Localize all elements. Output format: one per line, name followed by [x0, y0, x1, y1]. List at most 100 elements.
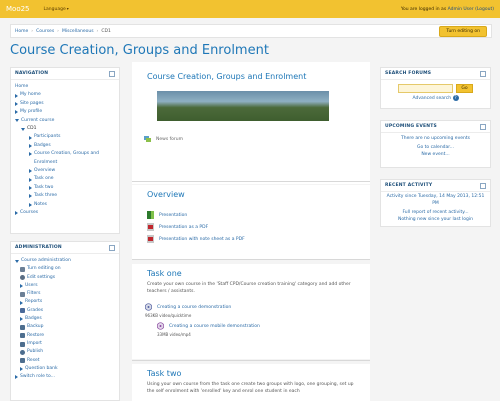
site-logo[interactable]: Moo25 [6, 5, 30, 13]
nav-courses[interactable]: Courses [15, 209, 115, 217]
breadcrumb-separator: › [57, 28, 59, 34]
nav-home[interactable]: Home [15, 83, 115, 91]
admin-switch-role[interactable]: Switch role to... [15, 373, 115, 381]
nav-label: Enrolment [34, 159, 58, 165]
collapse-icon [15, 259, 19, 263]
news-forum-link[interactable]: News forum [132, 133, 370, 145]
dock-icon[interactable] [109, 244, 115, 251]
advanced-search-link[interactable]: Advanced search [412, 96, 451, 101]
expand-icon [15, 110, 18, 115]
go-button[interactable]: Go [456, 84, 473, 93]
nav-badges[interactable]: Badges [15, 142, 115, 150]
breadcrumb-courses[interactable]: Courses [36, 29, 54, 34]
nav-home-label: Home [15, 84, 29, 89]
task-one-section: Task one Create your own course in the '… [132, 264, 370, 359]
presentation-link[interactable]: Presentation [132, 209, 370, 221]
nav-label: Courses [20, 210, 39, 216]
admin-import[interactable]: Import [15, 340, 115, 348]
new-event-link[interactable]: New event... [381, 151, 490, 158]
expand-icon [29, 152, 32, 157]
admin-question-bank[interactable]: Question bank [15, 365, 115, 373]
breadcrumb-home[interactable]: Home [15, 29, 28, 34]
admin-restore[interactable]: Restore [15, 332, 115, 340]
presentation-notes-pdf-link[interactable]: Presentation with note sheet as a PDF [132, 233, 370, 245]
nav-label: My home [20, 92, 41, 98]
nav-participants[interactable]: Participants [15, 133, 115, 141]
pencil-icon [20, 266, 25, 272]
admin-filters[interactable]: Filters [15, 290, 115, 298]
nav-section-general-cont[interactable]: Enrolment [15, 159, 115, 167]
administration-block-header: ADMINISTRATION [11, 242, 119, 254]
nav-current-course[interactable]: Current course [15, 117, 115, 125]
nav-label: Notes [34, 201, 47, 207]
mobile-demo-link[interactable]: Creating a course mobile demonstration [132, 320, 370, 332]
go-to-calendar-link[interactable]: Go to calendar... [381, 144, 490, 151]
admin-label: Backup [27, 324, 44, 330]
admin-reset[interactable]: Reset [15, 357, 115, 365]
admin-reports[interactable]: Reports [15, 298, 115, 306]
nav-overview[interactable]: Overview [15, 167, 115, 175]
task-one-title: Task one [147, 269, 182, 278]
top-bar: Moo25 Language▾ You are logged in as Adm… [0, 0, 500, 18]
nav-task-two[interactable]: Task two [15, 184, 115, 192]
reset-icon [20, 358, 25, 364]
nothing-new-text: Nothing new since your last login [397, 217, 474, 222]
expand-icon [20, 300, 23, 305]
help-icon[interactable]: ? [452, 95, 459, 101]
expand-icon [29, 144, 32, 149]
dock-icon[interactable] [480, 123, 486, 130]
expand-icon [15, 93, 18, 98]
expand-icon [20, 284, 23, 289]
admin-backup[interactable]: Backup [15, 323, 115, 331]
admin-course-administration[interactable]: Course administration [15, 257, 115, 265]
logout-link[interactable]: (Logout) [475, 7, 494, 12]
resource-label: Creating a course mobile demonstration [169, 323, 260, 329]
backup-icon [20, 325, 25, 331]
nav-site-pages[interactable]: Site pages [15, 100, 115, 108]
resource-label: Presentation as a PDF [159, 224, 209, 230]
resource-label: Presentation [159, 212, 188, 218]
admin-grades[interactable]: Grades [15, 307, 115, 315]
dock-icon[interactable] [480, 182, 486, 189]
breadcrumb-misc[interactable]: Miscellaneous [62, 29, 94, 34]
admin-label: Import [27, 340, 42, 346]
dock-icon[interactable] [109, 70, 115, 77]
full-report-link[interactable]: Full report of recent activity... [381, 209, 490, 216]
admin-badges[interactable]: Badges [15, 315, 115, 323]
turn-editing-on-button[interactable]: Turn editing on [439, 25, 487, 37]
nav-notes[interactable]: Notes [15, 201, 115, 209]
admin-label: Publish [27, 349, 44, 355]
search-forums-block: SEARCH FORUMS Go Advanced search ? [380, 67, 491, 109]
language-menu[interactable]: Language▾ [44, 6, 69, 12]
navigation-block-header: NAVIGATION [11, 68, 119, 80]
user-link[interactable]: Admin User [448, 7, 474, 12]
nav-course-cd1[interactable]: CD1 [15, 125, 115, 133]
search-input[interactable] [398, 84, 454, 93]
expand-icon [29, 194, 32, 199]
course-demo-link[interactable]: Creating a course demonstration [132, 301, 370, 313]
advanced-search-row: Advanced search ? [381, 93, 490, 104]
expand-icon [29, 177, 32, 182]
section-divider [132, 181, 370, 182]
admin-label: Reports [25, 299, 43, 305]
upcoming-events-block: UPCOMING EVENTS There are no upcoming ev… [380, 120, 491, 168]
admin-users[interactable]: Users [15, 282, 115, 290]
nav-my-home[interactable]: My home [15, 91, 115, 99]
course-summary-section: Course Creation, Groups and Enrolment Ne… [132, 62, 370, 184]
nav-section-general[interactable]: Course Creation, Groups and [15, 150, 115, 158]
nav-task-three[interactable]: Task three [15, 192, 115, 200]
dock-icon[interactable] [480, 70, 486, 77]
nav-my-profile[interactable]: My profile [15, 108, 115, 116]
breadcrumb-current[interactable]: CD1 [101, 29, 110, 34]
nav-task-one[interactable]: Task one [15, 175, 115, 183]
admin-turn-editing-on[interactable]: Turn editing on [15, 265, 115, 273]
pdf-icon [147, 223, 154, 231]
search-forums-header: SEARCH FORUMS [381, 68, 490, 80]
expand-icon [20, 317, 23, 322]
admin-label: Turn editing on [27, 266, 61, 272]
admin-publish[interactable]: Publish [15, 348, 115, 356]
presentation-pdf-link[interactable]: Presentation as a PDF [132, 221, 370, 233]
admin-edit-settings[interactable]: Edit settings [15, 274, 115, 282]
expand-icon [29, 169, 32, 174]
language-label: Language [43, 7, 66, 12]
